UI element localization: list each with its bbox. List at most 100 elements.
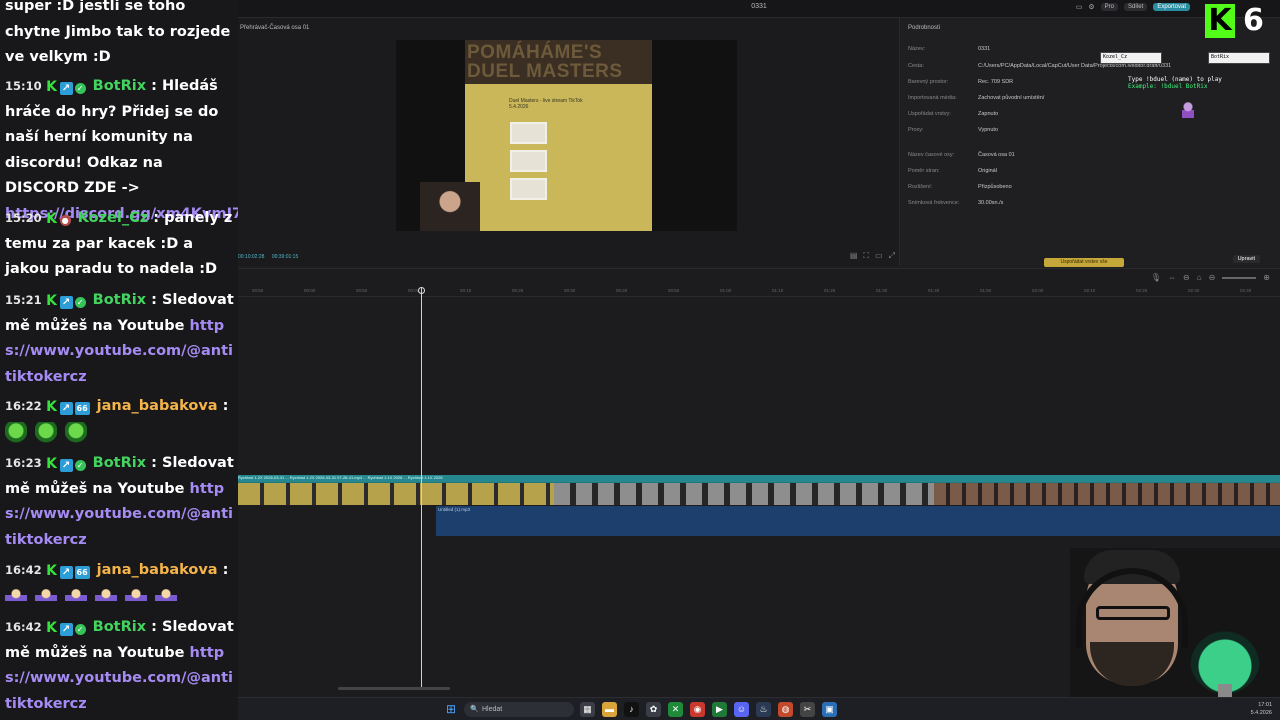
link-icon[interactable]: ⇔ [1168,273,1176,282]
moderator-badge-icon: ↗ [59,296,73,309]
steam-icon[interactable]: ♨ [756,702,771,717]
chat-message: 15:20 K ● Kozel_Cz : panely z temu za par … [5,210,233,277]
chat-emotes [5,421,237,447]
detail-label: Snímková frekvence: [908,200,960,206]
arrange-layers-button[interactable]: Uspořádat vrstev vše [1044,258,1124,267]
ruler-tick: 02:20 [1136,288,1148,293]
green-face-emote-icon [35,421,57,444]
chatgpt-icon[interactable]: ✿ [646,702,661,717]
detail-value: Zachovat původní umístění [978,95,1045,101]
verified-badge-icon: ✓ [74,460,86,471]
windows-start-icon[interactable]: ⊞ [446,703,458,715]
player-title: Přehrávač-Časová osa 01 [240,25,310,31]
detail-value: 0331 [978,46,991,52]
detail-label: Rozlišení: [908,184,933,190]
screen: 0331 ▭ ⚙ Pro Sdílet Exportovat Přehrávač… [0,0,1280,720]
chat-username[interactable]: BotRix [93,455,146,471]
detail-label: Barevný prostor: [908,79,949,85]
chat-message: 15:10 K ↗ ✓ BotRix : Hledáš hráče do hry? P… [5,74,238,227]
glasses-icon [1096,606,1170,620]
kick-badge-icon: K [46,211,58,227]
audio-track[interactable]: Untitled (1).mp3 [436,506,1280,536]
streamer-beard [1090,642,1174,686]
detail-label: Název: [908,46,926,52]
kick-badge-icon: K [46,456,58,472]
chat-timestamp: 15:21 [5,293,42,307]
zoom-in-icon[interactable]: ⊕ [1263,273,1270,282]
video-clip[interactable] [238,483,554,505]
chat-username[interactable]: jana_babakova [97,398,218,414]
detail-value: Originál [978,168,997,174]
fit-icon[interactable]: ⛶ [863,251,869,261]
moderator-badge-icon: ↗ [59,623,73,636]
detail-label: Poměr stran: [908,168,940,174]
layout-icon[interactable]: ▭ [1076,3,1083,11]
video-clip[interactable] [934,483,1280,505]
timeline-scrollbar[interactable] [338,687,450,690]
kick-badge-icon: K [46,293,58,309]
taskbar-apps: ▦ ▬ ♪ ✿ ✕ ◉ ▶ ☺ ♨ ◍ ✂ ▣ [580,702,837,717]
duel-player-card: Kozel_Cz [1100,52,1162,64]
chat-emotes [5,585,237,611]
split-icon[interactable]: ⌂ [1197,273,1202,282]
magnet-icon[interactable]: ⊖ [1183,273,1190,282]
chat-username[interactable]: BotRix [93,292,146,308]
chat-message: super :D jestli se toho chytne Jimbo tak… [5,0,237,71]
microphone-stand [1218,684,1232,697]
kick-badge-icon: K [46,563,58,579]
player-tools: ▤ ⛶ ▭ ⤢ [850,251,895,261]
duel-character-icon [1182,102,1194,118]
photos-icon[interactable]: ▣ [822,702,837,717]
detail-value: Rec. 709 SDR [978,79,1014,85]
chat-message: 15:21 K ↗ ✓ BotRix : Sledovat mě můžeš na Y… [5,292,234,385]
ruler-tick: 01:00 [720,288,732,293]
verified-badge-icon: ✓ [74,624,86,635]
timeline-toolbar: 🎙 ⇔ ⊖ ⌂ ⊖ ⊕ [1151,273,1270,282]
discord-icon[interactable]: ☺ [734,702,749,717]
fullscreen-icon[interactable]: ⤢ [889,251,895,261]
detail-label: Název časové osy: [908,152,955,158]
edit-button[interactable]: Upravit [1232,255,1260,263]
video-clip-labels: Rychlost 1.2X 2026-03-31 ... Rychlost 1.… [238,475,1280,482]
capcut-icon[interactable]: ✂ [800,702,815,717]
chat-username[interactable]: Kozel_Cz [78,210,149,226]
player-timecode: 00:10:02:28 00:39:01:15 [238,254,304,260]
chat-username[interactable]: BotRix [93,619,146,635]
mic-icon[interactable]: 🎙 [1151,273,1161,282]
chat-username[interactable]: jana_babakova [97,562,218,578]
export-button[interactable]: Exportovat [1153,3,1190,11]
video-caption-line2: 5.4.2026 [509,104,529,110]
taskbar-search[interactable]: 🔍 Hledat [464,702,574,717]
chat-username[interactable]: BotRix [93,78,146,94]
video-webcam-inset [420,182,480,231]
file-explorer-icon[interactable]: ▬ [602,702,617,717]
settings-icon[interactable]: ⚙ [1088,3,1094,11]
video-track[interactable]: Rychlost 1.2X 2026-03-31 ... Rychlost 1.… [238,475,1280,505]
task-view-icon[interactable]: ▦ [580,702,595,717]
pro-badge[interactable]: Pro [1100,3,1118,11]
playhead[interactable] [421,287,422,687]
chrome-icon[interactable]: ◉ [690,702,705,717]
zoom-out-icon[interactable]: ⊖ [1209,273,1216,282]
editor-menubar: 0331 ▭ ⚙ Pro Sdílet Exportovat [238,0,1280,18]
ratio-icon[interactable]: ▭ [875,251,883,261]
share-button[interactable]: Sdílet [1123,3,1148,11]
play-icon[interactable]: ▶ [712,702,727,717]
clock-date: 5.4.2026 [1250,710,1272,716]
video-clip[interactable] [554,483,934,505]
detail-value: Časová osa 01 [978,152,1015,158]
zoom-slider[interactable] [1222,276,1257,279]
green-face-emote-icon [5,421,27,444]
chat-timestamp: 16:23 [5,456,42,470]
kick-badge-icon: K [46,79,58,95]
timeline-ruler[interactable]: 00:50 00:00 00:50 00:00 00:10 00:20 00:3… [238,285,1280,297]
player-canvas[interactable]: POMÁHÁME'S DUEL MASTERS Duel Masters - l… [396,40,737,231]
taskbar-clock[interactable]: 17:01 5.4.2026 [1251,701,1272,717]
browser-icon[interactable]: ◍ [778,702,793,717]
detail-value: Zapnuto [978,111,999,117]
tiktok-icon[interactable]: ♪ [624,702,639,717]
chat-message: 16:23 K ↗ ✓ BotRix : Sledovat mě můžeš na Y… [5,455,234,548]
viewer-count: 6 [1243,3,1264,38]
xbox-icon[interactable]: ✕ [668,702,683,717]
quality-icon[interactable]: ▤ [850,251,858,261]
